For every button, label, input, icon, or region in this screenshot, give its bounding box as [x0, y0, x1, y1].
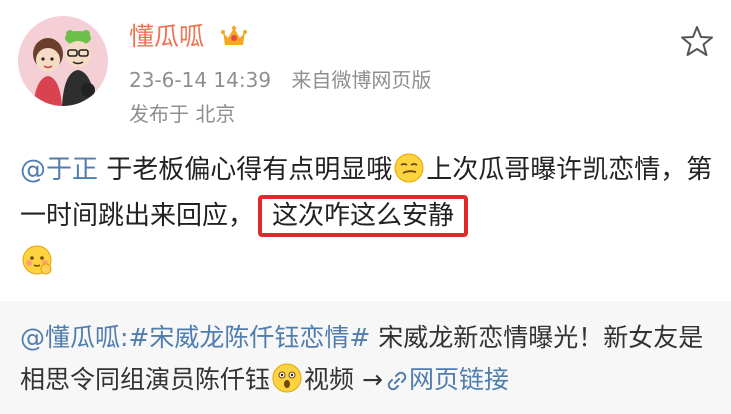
repost-author-mention[interactable]: @懂瓜呱:: [20, 323, 128, 352]
highlighted-text: 这次咋这么安静: [258, 195, 469, 237]
post-text-part1: 于老板偏心得有点明显哦: [98, 155, 393, 185]
username[interactable]: 懂瓜呱: [129, 20, 204, 54]
post-location: 发布于 北京: [129, 102, 236, 126]
avatar-illustration: [18, 16, 108, 106]
post-source: 来自微博网页版: [291, 68, 432, 92]
post-meta: 23-6-14 14:39 来自微博网页版: [129, 66, 431, 94]
hashtag-link[interactable]: #宋威龙陈仟钰恋情#: [128, 323, 370, 352]
mention-link[interactable]: @于正: [20, 155, 98, 185]
avatar[interactable]: [18, 16, 108, 106]
video-label: 视频: [304, 365, 355, 394]
webpage-link[interactable]: 网页链接: [409, 365, 509, 394]
timestamp[interactable]: 23-6-14 14:39: [129, 68, 271, 92]
crown-icon: [221, 26, 247, 45]
cute-emoji-icon: [22, 245, 52, 275]
arrow-text: →: [354, 365, 383, 394]
star-outline-icon[interactable]: [680, 24, 714, 58]
link-icon: [387, 371, 407, 391]
repost-card[interactable]: @懂瓜呱:#宋威龙陈仟钰恋情# 宋威龙新恋情曝光！新女友是相思令同组演员陈仟钰 …: [0, 301, 731, 414]
repost-text: @懂瓜呱:#宋威龙陈仟钰恋情# 宋威龙新恋情曝光！新女友是相思令同组演员陈仟钰 …: [20, 317, 720, 401]
post-body: @于正 于老板偏心得有点明显哦 上次瓜哥曝许凯恋情，第一时间跳出来回应， 这次咋这…: [20, 147, 720, 285]
shocked-emoji-icon: [272, 363, 302, 393]
smirk-emoji-icon: [394, 153, 424, 183]
